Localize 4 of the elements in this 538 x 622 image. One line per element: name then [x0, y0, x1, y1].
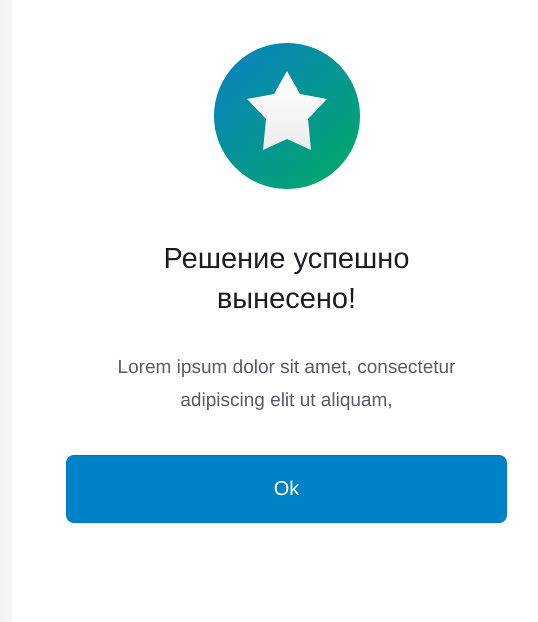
dialog-message: Lorem ipsum dolor sit amet, consectetur adipiscing elit ut aliquam, [116, 356, 456, 413]
ok-button[interactable]: Ok [66, 455, 507, 523]
star-badge-icon [214, 43, 360, 189]
dialog-title: Решение успешно вынесено! [162, 242, 410, 317]
